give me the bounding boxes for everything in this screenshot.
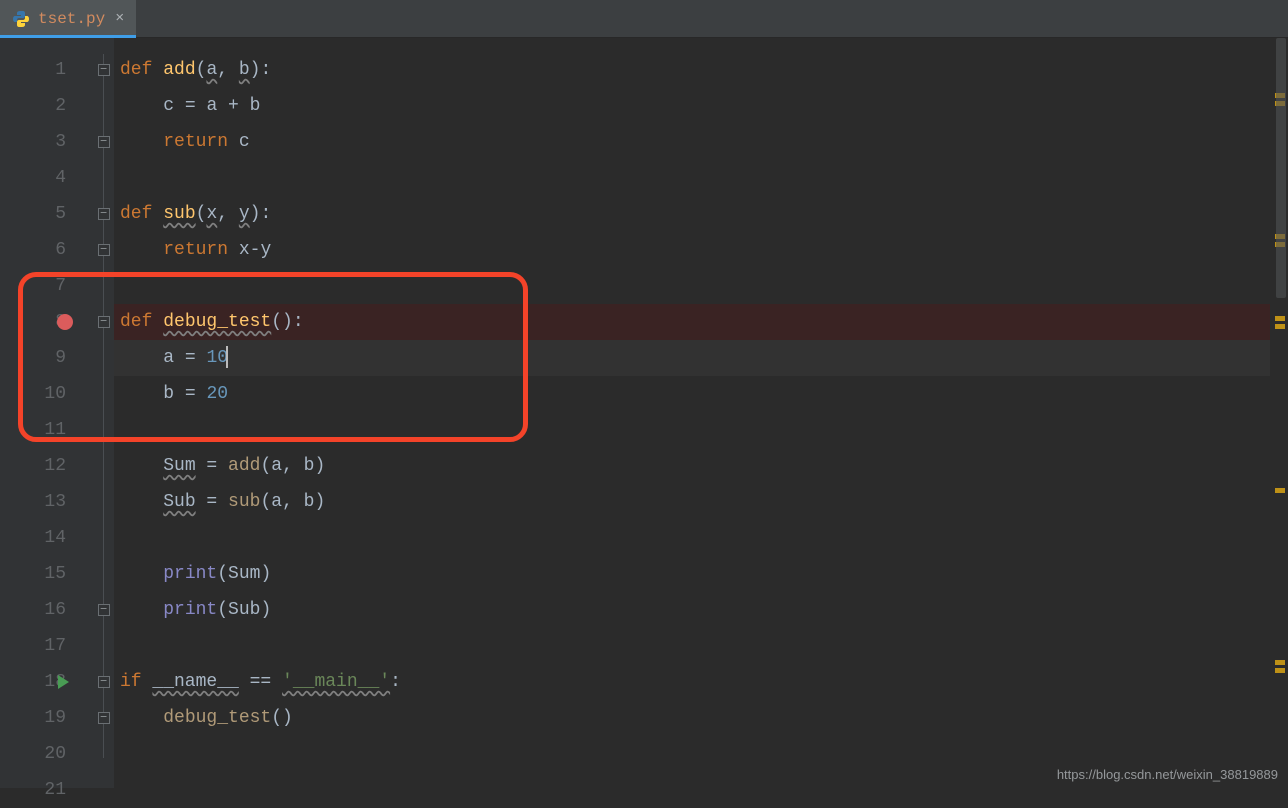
code-line <box>114 412 1270 448</box>
close-icon[interactable]: × <box>115 10 124 27</box>
line-number[interactable]: 11 <box>0 412 96 448</box>
code-line: print(Sum) <box>114 556 1270 592</box>
code-editor[interactable]: 1 2 3 4 5 6 7 8 9 10 11 12 13 14 15 16 1… <box>0 38 1288 788</box>
watermark-text: https://blog.csdn.net/weixin_38819889 <box>1057 767 1278 782</box>
line-number[interactable]: 1 <box>0 52 96 88</box>
code-line: b = 20 <box>114 376 1270 412</box>
line-number[interactable]: 13 <box>0 484 96 520</box>
line-number[interactable]: 3 <box>0 124 96 160</box>
code-line <box>114 520 1270 556</box>
fold-toggle-icon[interactable] <box>96 304 114 340</box>
code-line: debug_test() <box>114 700 1270 736</box>
line-number[interactable]: 14 <box>0 520 96 556</box>
code-line: return c <box>114 124 1270 160</box>
line-number[interactable]: 19 <box>0 700 96 736</box>
code-line: if __name__ == '__main__': <box>114 664 1270 700</box>
fold-toggle-icon[interactable] <box>96 124 114 160</box>
fold-toggle-icon[interactable] <box>96 52 114 88</box>
line-number[interactable]: 15 <box>0 556 96 592</box>
code-line: c = a + b <box>114 88 1270 124</box>
line-number[interactable]: 2 <box>0 88 96 124</box>
code-line: def sub(x, y): <box>114 196 1270 232</box>
code-line: return x-y <box>114 232 1270 268</box>
line-number[interactable]: 6 <box>0 232 96 268</box>
code-line: print(Sub) <box>114 592 1270 628</box>
line-number[interactable]: 9 <box>0 340 96 376</box>
code-line <box>114 160 1270 196</box>
python-file-icon <box>12 10 30 28</box>
code-line: Sub = sub(a, b) <box>114 484 1270 520</box>
fold-toggle-icon[interactable] <box>96 232 114 268</box>
fold-toggle-icon[interactable] <box>96 700 114 736</box>
tab-file[interactable]: tset.py × <box>0 0 136 37</box>
fold-toggle-icon[interactable] <box>96 664 114 700</box>
text-caret <box>226 346 228 368</box>
code-line <box>114 628 1270 664</box>
breakpoint-icon[interactable]: 8 <box>0 304 96 340</box>
code-line: def add(a, b): <box>114 52 1270 88</box>
tab-bar: tset.py × <box>0 0 1288 38</box>
fold-toggle-icon[interactable] <box>96 196 114 232</box>
tab-filename: tset.py <box>38 10 105 28</box>
line-number-gutter[interactable]: 1 2 3 4 5 6 7 8 9 10 11 12 13 14 15 16 1… <box>0 38 96 788</box>
line-number[interactable]: 12 <box>0 448 96 484</box>
vertical-scrollbar[interactable] <box>1274 38 1288 788</box>
run-gutter-icon[interactable]: 18 <box>0 664 96 700</box>
fold-column <box>96 38 114 788</box>
line-number[interactable]: 21 <box>0 772 96 808</box>
scrollbar-thumb[interactable] <box>1276 38 1286 298</box>
line-number[interactable]: 17 <box>0 628 96 664</box>
code-line: Sum = add(a, b) <box>114 448 1270 484</box>
line-number[interactable]: 16 <box>0 592 96 628</box>
fold-toggle-icon[interactable] <box>96 592 114 628</box>
line-number[interactable]: 4 <box>0 160 96 196</box>
code-line <box>114 268 1270 304</box>
line-number[interactable]: 7 <box>0 268 96 304</box>
code-line-breakpoint: def debug_test(): <box>114 304 1270 340</box>
code-area[interactable]: def add(a, b): c = a + b return c def su… <box>114 38 1270 788</box>
code-line-current: a = 10 <box>114 340 1270 376</box>
line-number[interactable]: 5 <box>0 196 96 232</box>
line-number[interactable]: 20 <box>0 736 96 772</box>
line-number[interactable]: 10 <box>0 376 96 412</box>
